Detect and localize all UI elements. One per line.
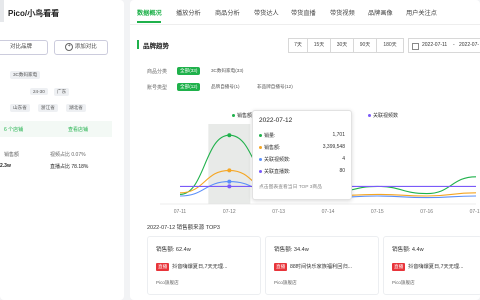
x-tick-label: 07-15 [371,209,384,215]
x-tick-label: 07-12 [223,209,236,215]
tooltip-row-videos: 关联视频数: 4 [259,156,345,163]
legend-video-count[interactable]: 关联视频数 [368,112,398,119]
range-30d[interactable]: 30天 [330,38,354,53]
source-card-2-sales: 销售额: 34.4w [274,247,309,253]
tooltip-row-volume: 销量: 1,701 [259,132,345,139]
range-15d[interactable]: 15天 [307,38,331,53]
tooltip-value-sales: 3,399,548 [322,144,345,150]
chart-tooltip: 2022-07-12 销量: 1,701 销售额: 3,399,548 关联视频数:… [252,110,352,200]
x-tick-label: 07-13 [272,209,285,215]
tag-region-hubei: 湖北省 [66,104,86,112]
active-tab-indicator [137,21,161,23]
legend-sales[interactable]: 销售额 [232,112,252,119]
tab-product-analysis[interactable]: 商品分析 [215,8,240,17]
store-count: 6 个店铺 [4,127,24,133]
tab-overview[interactable]: 数据概况 [137,8,162,17]
view-stores-link[interactable]: 查看店铺 [68,126,88,133]
filter-account-self[interactable]: 品牌自播号(1) [209,83,242,91]
tooltip-hint: 点击图表查看当日 TOP 3商品 [259,185,322,190]
brand-avatar [0,0,4,22]
tooltip-date: 2022-07-12 [259,117,293,124]
source-card-1-title[interactable]: 抖音嗨爆夏日,7天无理... [172,263,227,270]
tab-divider [130,24,480,25]
tag-region-guangdong: 广东 [54,88,70,96]
legend-sales-dot [232,114,235,118]
filter-account-all[interactable]: 全部(12) [177,83,201,91]
range-180d[interactable]: 180天 [376,38,404,53]
series-point-2-1 [227,179,232,184]
filter-account-label: 账号类型 [147,85,168,91]
tooltip-value-volume: 1,701 [332,132,345,138]
source-card-1-sales: 销售额: 62.4w [156,247,191,253]
tag-region-shandong: 山东省 [10,104,30,112]
tab-influencer[interactable]: 带货达人 [254,8,279,17]
filter-category-3c[interactable]: 3C数码家电(33) [209,67,245,75]
legend-video-dot [368,114,371,118]
tab-live[interactable]: 带货直播 [291,8,316,17]
source-card-3[interactable]: 销售额: 4.4w 直播 抖音嗨爆夏日,7天无理... Pico旗舰店 [383,236,480,295]
tag-age: 24-30 [30,88,48,95]
source-card-3-sales: 销售额: 4.4w [392,247,424,253]
video-share: 视频占比 0.07% [50,152,86,158]
date-range-picker[interactable]: 2022-07-11 - 2022-07- [408,38,480,53]
tab-user-focus[interactable]: 用户关注点 [406,8,437,17]
range-7d[interactable]: 7天 [288,38,308,53]
x-tick-label: 07-14 [322,209,335,215]
x-tick-label: 07-11 [174,209,187,215]
compare-brand-button[interactable]: 对比品牌 [0,40,48,55]
trend-title-marker [137,40,139,49]
tooltip-value-lives: 80 [339,168,345,174]
series-point-1-1 [227,168,232,173]
tooltip-label-videos: 关联视频数: [264,157,291,163]
tooltip-label-lives: 关联直播数: [264,169,291,175]
tooltip-dot-volume [259,134,262,138]
sales-value: 2.3w [0,163,11,169]
calendar-icon [412,43,419,50]
source-card-2-title[interactable]: 88时间快乐家族福利回归... [290,263,352,270]
source-card-1[interactable]: 销售额: 62.4w 直播 抖音嗨爆夏日,7天无理... Pico旗舰店 [147,236,261,295]
x-tick-label: 07-17 [470,209,480,215]
date-start: 2022-07-11 [422,42,448,48]
brand-title: Pico/小鸟看看 [8,9,60,18]
range-90d[interactable]: 90天 [353,38,377,53]
date-end: 2022-07- [459,42,480,48]
tag-region-zhejiang: 浙江省 [38,104,58,112]
add-compare-label: 添加对比 [74,44,97,50]
series-point-0-1 [227,133,232,138]
source-card-2[interactable]: 销售额: 34.4w 直播 88时间快乐家族福利回归... Pico旗舰店 [265,236,379,295]
tooltip-row-lives: 关联直播数: 80 [259,168,345,175]
source-card-3-live-badge: 直播 [392,263,406,271]
add-compare-button[interactable]: + 添加对比 [54,40,108,55]
tab-brand-profile[interactable]: 品牌画像 [368,8,393,17]
plus-circle-icon: + [65,42,74,51]
live-share: 直播占比 78.18% [50,164,89,170]
tooltip-label-sales: 销售额: [264,145,281,151]
date-separator: - [453,42,455,48]
legend-video-label: 关联视频数 [373,113,399,119]
filter-category-all[interactable]: 全部(33) [177,67,201,75]
x-tick-label: 07-16 [420,209,433,215]
tab-play-analysis[interactable]: 播放分析 [176,8,201,17]
source-card-3-shop: Pico旗舰店 [392,280,415,285]
filter-account-nonself[interactable]: 非品牌自播号(12) [255,83,295,91]
filter-category-label: 商品分类 [147,69,168,75]
legend-sales-label: 销售额 [237,113,253,119]
source-title: 2022-07-12 销售额来源 TOP3 [147,225,220,231]
tooltip-dot-lives [259,170,262,174]
tooltip-dot-videos [259,158,262,162]
source-card-2-shop: Pico旗舰店 [274,280,297,285]
source-card-3-title[interactable]: 抖音嗨爆夏日,7天无理... [408,263,463,270]
source-card-1-shop: Pico旗舰店 [156,280,179,285]
trend-title: 品牌趋势 [143,43,169,50]
source-card-1-live-badge: 直播 [156,263,170,271]
tooltip-dot-sales [259,146,262,150]
series-point-3-1 [227,184,232,189]
tooltip-value-videos: 4 [342,156,345,162]
sales-label: 销售额 [4,152,20,158]
tooltip-label-volume: 销量: [264,133,276,139]
tooltip-row-sales: 销售额: 3,399,548 [259,144,345,151]
tag-category: 3C数码家电 [10,71,41,79]
source-card-2-live-badge: 直播 [274,263,288,271]
tab-video[interactable]: 带货视频 [330,8,355,17]
